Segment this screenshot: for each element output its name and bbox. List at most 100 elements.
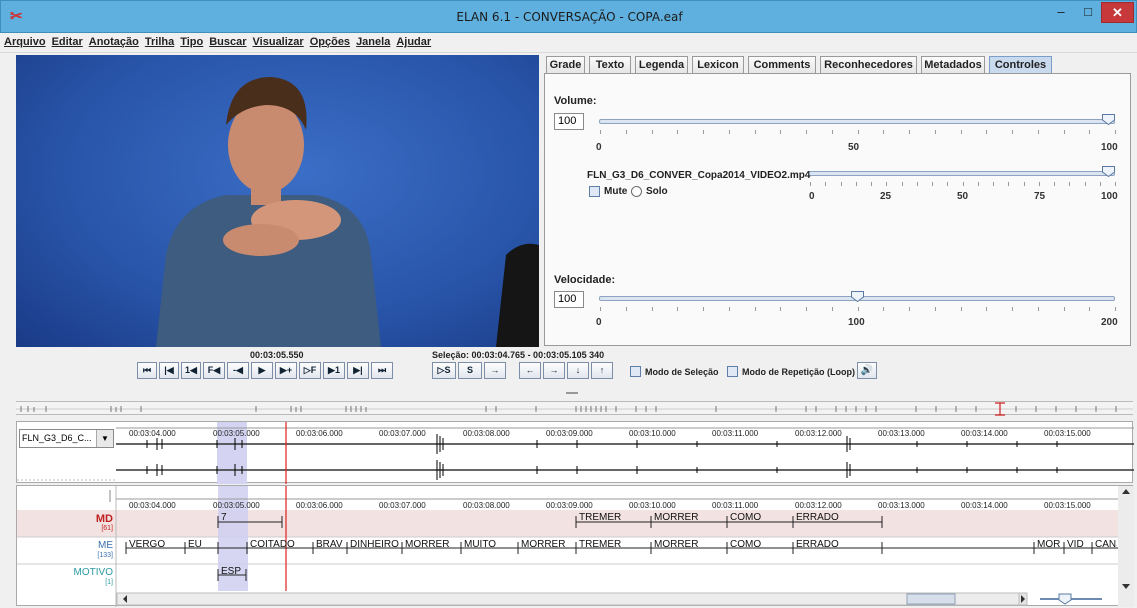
volume-value-field[interactable]: 100 [554, 113, 584, 130]
tier-name-me[interactable]: ME [17, 540, 113, 551]
previous-pixel-button[interactable]: -◀ [227, 362, 249, 379]
me-annotation-vergo[interactable]: VERGO [129, 539, 165, 550]
me-annotation-tremer[interactable]: TREMER [579, 539, 621, 550]
current-time: 00:03:05.550 [250, 350, 304, 360]
md-annotation-morrer[interactable]: MORRER [654, 512, 698, 523]
horizontal-scrollbar[interactable] [17, 592, 1134, 606]
tab-legenda[interactable]: Legenda [635, 56, 688, 74]
go-to-end-button[interactable]: ⏭ [371, 362, 393, 379]
slider-tick [806, 307, 807, 311]
minimize-button[interactable]: – [1047, 2, 1075, 23]
tier-name-motivo[interactable]: MOTIVO [17, 567, 113, 578]
maximize-button[interactable]: □ [1075, 2, 1101, 23]
me-annotation-coitado[interactable]: COITADO [250, 539, 295, 550]
menu-tipo[interactable]: Tipo [176, 33, 205, 48]
tab-lexicon[interactable]: Lexicon [692, 56, 744, 74]
motivo-annotation-esp[interactable]: ESP [221, 566, 241, 577]
play-selection-button[interactable]: ▷S [432, 362, 456, 379]
md-annotation-tremer[interactable]: TREMER [579, 512, 621, 523]
media-volume-slider[interactable] [809, 171, 1115, 176]
slider-tick [993, 182, 994, 186]
loop-mode-label: Modo de Repetição (Loop) [742, 367, 855, 377]
md-annotation-errado[interactable]: ERRADO [796, 512, 839, 523]
me-annotation-dinheiro[interactable]: DINHEIRO [350, 539, 399, 550]
me-annotation-como[interactable]: COMO [730, 539, 761, 550]
me-annotation-vid[interactable]: VID [1067, 539, 1084, 550]
previous-scrollview-button[interactable]: |◀ [159, 362, 179, 379]
speaker-icon[interactable]: 🔊 [857, 362, 877, 379]
next-scrollview-button[interactable]: ▶| [347, 362, 369, 379]
me-annotation-cans[interactable]: CANS [1095, 539, 1117, 550]
me-annotation-brav[interactable]: BRAV [316, 539, 343, 550]
me-annotation-morrer-1[interactable]: MORRER [405, 539, 449, 550]
waveform-viewer[interactable]: FLN_G3_D6_C... ▼ 00:03:04.000 00:03:05.0… [16, 421, 1134, 484]
solo-radio[interactable] [631, 186, 642, 197]
volume-slider-thumb[interactable] [1102, 114, 1115, 125]
slider-tick [1039, 182, 1040, 186]
menu-editar[interactable]: Editar [48, 33, 85, 48]
tab-controles[interactable]: Controles [989, 56, 1052, 74]
selection-mode-checkbox[interactable] [630, 366, 641, 377]
annotation-below-button[interactable]: ↓ [567, 362, 589, 379]
me-annotation-muito[interactable]: MUITO [464, 539, 496, 550]
media-tick-75: 75 [1034, 191, 1046, 202]
mute-checkbox[interactable] [589, 186, 600, 197]
menu-opcoes[interactable]: Opções [306, 33, 352, 48]
next-pixel-button[interactable]: ▶+ [275, 362, 297, 379]
wave-tick-7: 00:03:11.000 [712, 429, 759, 438]
media-volume-slider-thumb[interactable] [1102, 166, 1115, 177]
tab-grade[interactable]: Grade [546, 56, 585, 74]
me-annotation-mor[interactable]: MOR [1037, 539, 1060, 550]
slider-tick [1024, 182, 1025, 186]
close-button[interactable]: ✕ [1101, 2, 1134, 23]
next-frame-button[interactable]: ▷F [299, 362, 321, 379]
menu-ajudar[interactable]: Ajudar [392, 33, 433, 48]
video-viewer[interactable] [16, 55, 539, 347]
menu-janela[interactable]: Janela [352, 33, 392, 48]
go-to-begin-button[interactable]: ⏮ [137, 362, 157, 379]
slider-tick [961, 307, 962, 311]
menu-buscar[interactable]: Buscar [205, 33, 248, 48]
timeline-overview[interactable] [16, 401, 1133, 416]
me-annotation-morrer-2[interactable]: MORRER [521, 539, 565, 550]
tab-reconhecedores[interactable]: Reconhecedores [820, 56, 917, 74]
md-annotation-como[interactable]: COMO [730, 512, 761, 523]
splitter-handle[interactable] [566, 392, 578, 394]
play-button[interactable]: ▶ [251, 362, 273, 379]
slider-tick [886, 182, 887, 186]
speed-value-field[interactable]: 100 [554, 291, 584, 308]
wave-tick-10: 00:03:14.000 [961, 429, 1008, 438]
tab-texto[interactable]: Texto [589, 56, 631, 74]
clear-selection-button[interactable]: S [458, 362, 482, 379]
me-annotation-morrer-3[interactable]: MORRER [654, 539, 698, 550]
speed-slider-thumb[interactable] [851, 291, 864, 302]
next-second-button[interactable]: ▶1 [323, 362, 345, 379]
wave-tick-9: 00:03:13.000 [878, 429, 925, 438]
timeline-viewer[interactable]: 00:03:04.000 00:03:05.000 00:03:06.000 0… [16, 485, 1134, 607]
menu-trilha[interactable]: Trilha [141, 33, 176, 48]
slider-tick [703, 130, 704, 134]
menu-arquivo[interactable]: Arquivo [0, 33, 48, 48]
tier-name-md[interactable]: MD [17, 513, 113, 525]
slider-tick [902, 182, 903, 186]
me-annotation-errado[interactable]: ERRADO [796, 539, 839, 550]
previous-second-button[interactable]: 1◀ [181, 362, 201, 379]
tab-metadados[interactable]: Metadados [921, 56, 985, 74]
slider-tick [917, 182, 918, 186]
timeline-tick-9: 00:03:13.000 [878, 501, 925, 510]
previous-frame-button[interactable]: F◀ [203, 362, 225, 379]
menu-anotacao[interactable]: Anotação [85, 33, 141, 48]
loop-mode-checkbox[interactable] [727, 366, 738, 377]
annotation-above-button[interactable]: ↑ [591, 362, 613, 379]
next-annotation-button[interactable]: → [543, 362, 565, 379]
volume-slider[interactable] [599, 119, 1115, 124]
menu-visualizar[interactable]: Visualizar [249, 33, 306, 48]
slider-tick [1064, 307, 1065, 311]
me-annotation-eu[interactable]: EU [188, 539, 202, 550]
slider-tick [1008, 182, 1009, 186]
previous-annotation-button[interactable]: ← [519, 362, 541, 379]
tab-comments[interactable]: Comments [748, 56, 816, 74]
md-annotation-7[interactable]: 7 [221, 512, 227, 523]
slider-tick [1115, 307, 1116, 311]
selection-boundary-button[interactable]: → [484, 362, 506, 379]
